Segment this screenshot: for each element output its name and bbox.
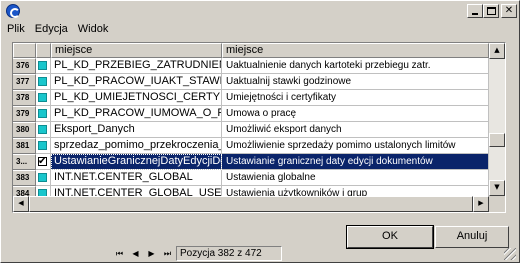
close-icon: ✕ [504, 5, 514, 16]
row-description-cell[interactable]: Ustawienia globalne [222, 170, 489, 186]
row-description-cell[interactable]: Uaktualnienie danych kartoteki przebiegu… [222, 58, 489, 74]
row-description-cell[interactable]: Umożliwić eksport danych [222, 122, 489, 138]
maximize-button[interactable] [483, 4, 499, 18]
row-description-cell[interactable]: Umożliwienie sprzedaży pomimo ustalonych… [222, 138, 489, 154]
row-name-cell[interactable]: INT.NET.CENTER_GLOBAL [51, 170, 222, 186]
row-number: 380 [13, 122, 36, 138]
scrollbar-corner [489, 196, 505, 212]
row-checkbox[interactable] [36, 122, 51, 138]
row-name-cell[interactable]: PL_KD_PRZEBIEG_ZATRUDNIENIA_U... [51, 58, 222, 74]
table-row[interactable]: 381 sprzedaz_pomimo_przekroczenia_limitow… [13, 138, 489, 154]
checkbox-icon [38, 125, 47, 134]
menu-widok[interactable]: Widok [73, 21, 114, 37]
next-record-icon[interactable]: ▶ [145, 247, 158, 260]
table-row[interactable]: 376 PL_KD_PRZEBIEG_ZATRUDNIENIA_U...Uaktu… [13, 58, 489, 74]
checkbox-icon [38, 77, 47, 86]
row-name-cell[interactable]: Eksport_Danych [51, 122, 222, 138]
maximize-icon [486, 7, 496, 15]
row-checkbox[interactable] [36, 58, 51, 74]
row-number: 377 [13, 74, 36, 90]
minimize-icon [472, 13, 478, 15]
table-row[interactable]: 380 Eksport_Danych Umożliwić eksport danyc… [13, 122, 489, 138]
table-row[interactable]: 377 PL_KD_PRACOW_IUAKT_STAWKI_GO...Uaktua… [13, 74, 489, 90]
row-checkbox[interactable] [36, 90, 51, 106]
header-corner [13, 43, 36, 58]
checkbox-icon [38, 173, 47, 182]
minimize-button[interactable] [467, 4, 483, 18]
row-description-cell[interactable]: Ustawianie granicznej daty edycji dokume… [222, 154, 489, 170]
row-name-cell[interactable]: PL_KD_PRACOW_IUAKT_STAWKI_GO... [51, 74, 222, 90]
row-checkbox[interactable] [36, 138, 51, 154]
table-row[interactable]: 3... UstawianieGranicznejDatyEdycjiDokume… [13, 154, 489, 170]
row-description-cell[interactable]: Umowa o pracę [222, 106, 489, 122]
row-number: 383 [13, 170, 36, 186]
dialog-window: ✕ Plik Edycja Widok miejsce miejsce 376 P… [0, 0, 520, 263]
table-row[interactable]: 378 PL_KD_UMIEJETNOSCI_CERTYFIKATYUmiejęt… [13, 90, 489, 106]
resize-grip[interactable] [504, 248, 516, 260]
data-grid: miejsce miejsce 376 PL_KD_PRZEBIEG_ZATRUD… [12, 42, 506, 213]
status-bar: ⏮ ◀ ▶ ⏭ Pozycja 382 z 472 [2, 245, 518, 262]
checkbox-icon [38, 61, 47, 70]
checkbox-icon [38, 93, 47, 102]
title-bar: ✕ [2, 2, 518, 20]
checkbox-icon [38, 154, 47, 169]
scroll-right-button[interactable]: ▶ [473, 196, 489, 212]
checkbox-icon [38, 109, 47, 118]
checkbox-icon [38, 141, 47, 150]
vertical-scroll-thumb[interactable] [489, 133, 505, 147]
record-position: Pozycja 382 z 472 [176, 246, 282, 261]
row-name-cell[interactable]: PL_KD_UMIEJETNOSCI_CERTYFIKATY [51, 90, 222, 106]
row-description-cell[interactable]: Umiejętności i certyfikaty [222, 90, 489, 106]
row-number: 379 [13, 106, 36, 122]
row-name-cell[interactable]: PL_KD_PRACOW_IUMOWA_O_PRACE [51, 106, 222, 122]
menu-bar: Plik Edycja Widok [2, 21, 113, 37]
menu-edycja[interactable]: Edycja [30, 21, 73, 37]
row-number: 378 [13, 90, 36, 106]
horizontal-scroll-thumb[interactable] [29, 196, 473, 212]
close-button[interactable]: ✕ [501, 4, 517, 18]
scroll-left-button[interactable]: ◀ [13, 196, 29, 212]
row-number: 381 [13, 138, 36, 154]
row-number: 376 [13, 58, 36, 74]
app-icon[interactable] [6, 4, 20, 18]
table-row[interactable]: 383 INT.NET.CENTER_GLOBAL Ustawienia globa… [13, 170, 489, 186]
header-description-column[interactable]: miejsce [222, 43, 489, 58]
grid-header: miejsce miejsce [13, 43, 489, 58]
menu-plik[interactable]: Plik [2, 21, 30, 37]
grid-rows: 376 PL_KD_PRZEBIEG_ZATRUDNIENIA_U...Uaktu… [13, 58, 489, 212]
table-row[interactable]: 379 PL_KD_PRACOW_IUMOWA_O_PRACEUmowa o pr… [13, 106, 489, 122]
horizontal-scrollbar[interactable]: ◀ ▶ [13, 196, 489, 212]
scroll-down-button[interactable]: ▼ [489, 180, 505, 196]
row-description-cell[interactable]: Uaktualnij stawki godzinowe [222, 74, 489, 90]
first-record-icon[interactable]: ⏮ [113, 247, 126, 260]
header-check[interactable] [36, 43, 51, 58]
header-name-column[interactable]: miejsce [51, 43, 222, 58]
scroll-up-button[interactable]: ▲ [489, 43, 505, 59]
row-checkbox[interactable] [36, 106, 51, 122]
row-checkbox[interactable] [36, 74, 51, 90]
vertical-scrollbar[interactable]: ▲ ▼ [489, 43, 505, 196]
row-number: 3... [13, 154, 36, 170]
last-record-icon[interactable]: ⏭ [161, 247, 174, 260]
row-checkbox[interactable] [36, 154, 51, 170]
previous-record-icon[interactable]: ◀ [129, 247, 142, 260]
row-name-cell[interactable]: sprzedaz_pomimo_przekroczenia_limitow [51, 138, 222, 154]
row-checkbox[interactable] [36, 170, 51, 186]
row-name-cell[interactable]: UstawianieGranicznejDatyEdycjiDokumen... [51, 154, 222, 170]
